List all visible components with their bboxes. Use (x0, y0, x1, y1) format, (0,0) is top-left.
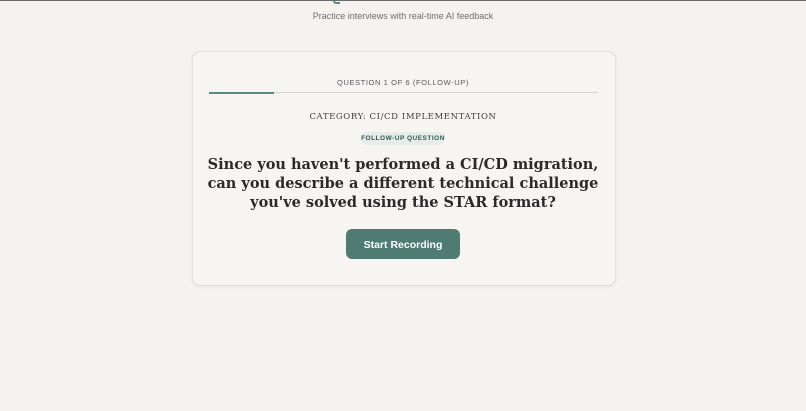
progress-bar (209, 91, 598, 94)
app-title-fragment (333, 0, 340, 4)
question-text: Since you haven't performed a CI/CD migr… (207, 156, 599, 211)
question-progress-label: QUESTION 1 OF 6 (FOLLOW-UP) (337, 78, 469, 87)
progress-bar-fill (209, 91, 274, 94)
follow-up-badge: FOLLOW-UP QUESTION (361, 132, 445, 145)
question-category: CATEGORY: CI/CD IMPLEMENTATION (309, 112, 497, 122)
top-divider (0, 0, 806, 1)
start-recording-button[interactable]: Start Recording (346, 229, 460, 259)
app-subtitle: Practice interviews with real-time AI fe… (312, 11, 494, 21)
